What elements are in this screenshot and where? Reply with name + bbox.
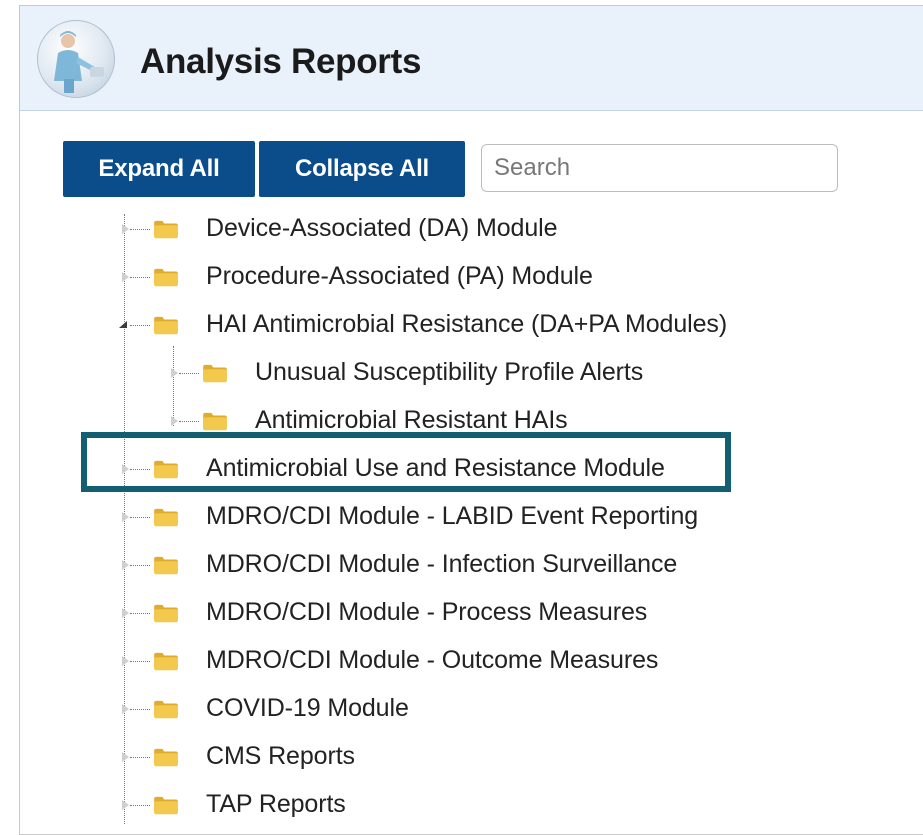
search-input[interactable] (481, 144, 838, 192)
folder-icon (154, 652, 178, 671)
tree-connector (130, 229, 150, 230)
tree-item-label[interactable]: Procedure-Associated (PA) Module (206, 262, 593, 291)
folder-icon (203, 364, 227, 383)
tree-item-label[interactable]: MDRO/CDI Module - LABID Event Reporting (206, 502, 698, 531)
tree-connector (130, 709, 150, 710)
tree-item-label[interactable]: Unusual Susceptibility Profile Alerts (255, 358, 643, 387)
collapse-all-button[interactable]: Collapse All (259, 141, 465, 197)
tree-item-label[interactable]: MDRO/CDI Module - Outcome Measures (206, 646, 658, 675)
triangle-right-icon[interactable] (122, 608, 129, 618)
folder-icon (154, 316, 178, 335)
tree-connector (179, 373, 199, 374)
tree-connector (130, 661, 150, 662)
tree-connector (130, 517, 150, 518)
tree-item[interactable]: MDRO/CDI Module - Infection Surveillance (0, 547, 923, 583)
tree-item[interactable]: Procedure-Associated (PA) Module (0, 259, 923, 295)
triangle-right-icon[interactable] (122, 800, 129, 810)
highlight-box (81, 432, 731, 492)
tree-item[interactable]: MDRO/CDI Module - Process Measures (0, 595, 923, 631)
expand-all-button[interactable]: Expand All (63, 141, 255, 197)
tree-connector (130, 325, 150, 326)
tree-item-label[interactable]: CMS Reports (206, 742, 355, 771)
folder-icon (203, 412, 227, 431)
folder-icon (154, 220, 178, 239)
triangle-right-icon[interactable] (171, 416, 178, 426)
triangle-right-icon[interactable] (122, 512, 129, 522)
tree-item[interactable]: TAP Reports (0, 787, 923, 823)
tree-item[interactable]: MDRO/CDI Module - Outcome Measures (0, 643, 923, 679)
tree-item-label[interactable]: TAP Reports (206, 790, 346, 819)
tree-subitem[interactable]: Unusual Susceptibility Profile Alerts (0, 355, 923, 391)
tree-item-label[interactable]: HAI Antimicrobial Resistance (DA+PA Modu… (206, 310, 727, 339)
triangle-right-icon[interactable] (122, 560, 129, 570)
tree-connector (130, 805, 150, 806)
triangle-right-icon[interactable] (122, 752, 129, 762)
folder-icon (154, 604, 178, 623)
triangle-down-icon[interactable] (119, 321, 127, 328)
tree-item[interactable]: HAI Antimicrobial Resistance (DA+PA Modu… (0, 307, 923, 343)
triangle-right-icon[interactable] (122, 656, 129, 666)
triangle-right-icon[interactable] (171, 368, 178, 378)
folder-icon (154, 268, 178, 287)
tree-item-label[interactable]: Antimicrobial Resistant HAIs (255, 406, 568, 435)
tree-item-label[interactable]: MDRO/CDI Module - Infection Surveillance (206, 550, 677, 579)
folder-icon (154, 796, 178, 815)
tree-connector (130, 565, 150, 566)
clinician-avatar-icon (37, 20, 115, 98)
folder-icon (154, 508, 178, 527)
tree-connector (130, 277, 150, 278)
folder-icon (154, 700, 178, 719)
tree-item[interactable]: Device-Associated (DA) Module (0, 211, 923, 247)
tree-item-label[interactable]: MDRO/CDI Module - Process Measures (206, 598, 647, 627)
triangle-right-icon[interactable] (122, 704, 129, 714)
tree-item-label[interactable]: Device-Associated (DA) Module (206, 214, 558, 243)
folder-icon (154, 556, 178, 575)
tree-item[interactable]: COVID-19 Module (0, 691, 923, 727)
tree-item-label[interactable]: COVID-19 Module (206, 694, 409, 723)
tree-item[interactable]: MDRO/CDI Module - LABID Event Reporting (0, 499, 923, 535)
folder-icon (154, 748, 178, 767)
panel-header: Analysis Reports (20, 6, 923, 111)
page-title: Analysis Reports (140, 42, 422, 81)
triangle-right-icon[interactable] (122, 224, 129, 234)
tree-item[interactable]: CMS Reports (0, 739, 923, 775)
tree-connector (179, 421, 199, 422)
tree-connector (130, 757, 150, 758)
triangle-right-icon[interactable] (122, 272, 129, 282)
tree-connector (130, 613, 150, 614)
